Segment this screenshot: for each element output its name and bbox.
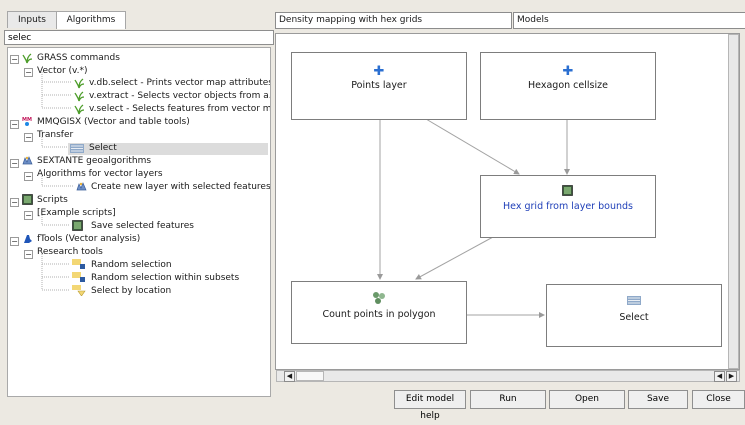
node-select[interactable]: Select xyxy=(546,284,722,347)
model-name-field[interactable]: Density mapping with hex grids xyxy=(275,12,512,29)
node-label: Hexagon cellsize xyxy=(528,80,608,91)
node-label: Count points in polygon xyxy=(322,309,436,320)
close-button[interactable]: Close xyxy=(692,390,745,409)
horizontal-scrollbar[interactable] xyxy=(276,370,740,382)
node-hexagon-cellsize[interactable]: ✚ Hexagon cellsize xyxy=(480,52,656,120)
node-label: Select xyxy=(619,312,649,323)
count-points-icon xyxy=(373,292,385,304)
script-icon xyxy=(562,185,573,196)
search-input[interactable] xyxy=(4,30,274,45)
input-plus-icon: ✚ xyxy=(373,64,385,79)
select-tool-icon xyxy=(627,296,641,305)
node-label: Hex grid from layer bounds xyxy=(503,201,633,212)
node-count-points[interactable]: Count points in polygon xyxy=(291,281,467,344)
edit-model-help-button[interactable]: Edit model help xyxy=(394,390,466,421)
horizontal-scroll-thumb[interactable] xyxy=(296,371,324,381)
tab-inputs[interactable]: Inputs xyxy=(7,11,57,28)
open-button[interactable]: Open xyxy=(549,390,625,409)
node-points-layer[interactable]: ✚ Points layer xyxy=(291,52,467,120)
scroll-right-arrow[interactable]: ▶ xyxy=(726,371,737,382)
model-canvas[interactable]: ✚ Points layer ✚ Hexagon cellsize Hex gr… xyxy=(275,33,740,370)
algorithm-tree[interactable]: − GRASS commands − Vector (v.*) v.db.sel… xyxy=(7,47,271,397)
input-plus-icon: ✚ xyxy=(562,64,574,79)
scroll-left-arrow[interactable]: ◀ xyxy=(714,371,725,382)
tab-algorithms[interactable]: Algorithms xyxy=(56,11,126,29)
vertical-scrollbar[interactable] xyxy=(728,34,739,369)
save-button[interactable]: Save xyxy=(628,390,688,409)
scroll-left-arrow[interactable]: ◀ xyxy=(284,371,295,382)
run-button[interactable]: Run xyxy=(470,390,546,409)
node-hex-grid[interactable]: Hex grid from layer bounds xyxy=(480,175,656,238)
tree-lines xyxy=(41,72,74,291)
model-group-field[interactable]: Models xyxy=(513,12,745,29)
node-label: Points layer xyxy=(351,80,407,91)
